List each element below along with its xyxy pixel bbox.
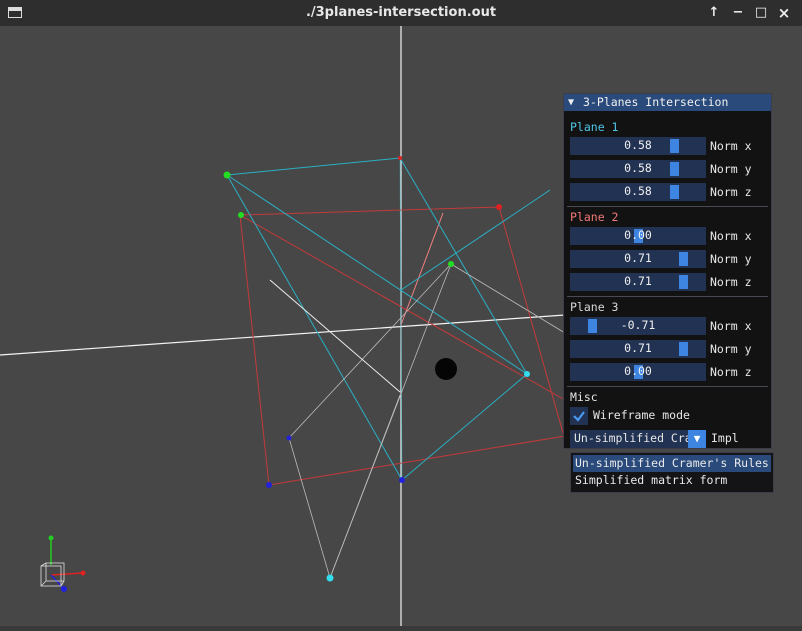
section-separator (567, 206, 768, 207)
keep-above-button[interactable]: ↑ (705, 4, 723, 22)
plane2-header: Plane 2 (570, 210, 619, 224)
panel-title-bar[interactable]: ▼ 3-Planes Intersection (564, 94, 771, 111)
chevron-down-icon[interactable]: ▼ (688, 430, 706, 448)
plane2-norm-z-label: Norm z (710, 275, 752, 289)
plane3-edges (288, 263, 452, 580)
impl-dropdown-popup: Un-simplified Cramer's Rules Simplified … (570, 452, 774, 493)
close-button[interactable]: × (775, 4, 793, 22)
vertex-point (398, 156, 402, 160)
vertex-point (496, 204, 502, 210)
plane3-norm-y-label: Norm y (710, 342, 752, 356)
panel-title: 3-Planes Intersection (583, 95, 729, 109)
plane3-header: Plane 3 (570, 300, 619, 314)
horizontal-axis-line (0, 314, 566, 356)
plane1-edges (226, 157, 528, 481)
minimize-button[interactable]: − (729, 4, 747, 22)
plane2-edges (239, 206, 566, 441)
window-bottom-edge (0, 626, 802, 631)
plane3-norm-z-label: Norm z (710, 365, 752, 379)
plane3-norm-x-label: Norm x (710, 319, 752, 333)
plane2-norm-x-slider[interactable]: 0.00 (570, 227, 706, 245)
vertex-point (326, 574, 334, 582)
wireframe-checkbox[interactable] (570, 407, 588, 425)
vertex-point (448, 261, 454, 267)
window-titlebar: ./3planes-intersection.out ↑ − □ × (0, 0, 802, 26)
plane2-norm-y-slider[interactable]: 0.71 (570, 250, 706, 268)
intersection-point-sphere (435, 358, 457, 380)
plane1-norm-x-label: Norm x (710, 139, 752, 153)
collapse-triangle-icon[interactable]: ▼ (568, 94, 574, 111)
axis-gizmo (40, 535, 86, 592)
plane3-norm-z-slider[interactable]: 0.00 (570, 363, 706, 381)
vertex-point (399, 477, 405, 483)
window-title: ./3planes-intersection.out (305, 5, 497, 20)
plane1-norm-z-label: Norm z (710, 185, 752, 199)
plane1-header: Plane 1 (570, 120, 619, 134)
section-separator (567, 386, 768, 387)
plane2-norm-y-label: Norm y (710, 252, 752, 266)
plane1-norm-y-label: Norm y (710, 162, 752, 176)
dropdown-option-matrix[interactable]: Simplified matrix form (573, 472, 771, 489)
plane2-norm-x-label: Norm x (710, 229, 752, 243)
vertex-point (524, 371, 530, 377)
plane1-norm-y-slider[interactable]: 0.58 (570, 160, 706, 178)
impl-label: Impl (711, 431, 739, 445)
vertex-point (266, 482, 272, 488)
plane3-norm-y-slider[interactable]: 0.71 (570, 340, 706, 358)
misc-header: Misc (570, 390, 598, 404)
intersection-panel[interactable]: ▼ 3-Planes Intersection Plane 1 0.58 Nor… (563, 93, 772, 449)
dropdown-option-cramer[interactable]: Un-simplified Cramer's Rules (573, 455, 771, 472)
section-separator (567, 296, 768, 297)
checkmark-icon (573, 411, 585, 422)
plane1-norm-z-slider[interactable]: 0.58 (570, 183, 706, 201)
plane2-norm-z-slider[interactable]: 0.71 (570, 273, 706, 291)
wireframe-label: Wireframe mode (593, 408, 690, 422)
impl-combo[interactable]: Un-simplified Cramer's Rules (570, 430, 688, 448)
vertex-point (223, 171, 231, 179)
vertex-point (286, 435, 292, 441)
vertex-point (238, 212, 244, 218)
plane1-norm-x-slider[interactable]: 0.58 (570, 137, 706, 155)
plane3-norm-x-slider[interactable]: -0.71 (570, 317, 706, 335)
maximize-button[interactable]: □ (752, 4, 770, 22)
